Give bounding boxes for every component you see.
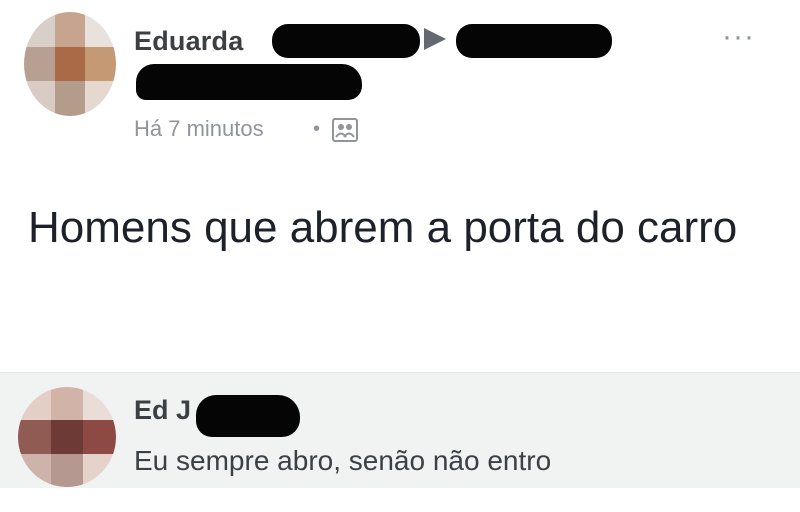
post-text: Homens que abrem a porta do carro	[28, 203, 738, 252]
author-name[interactable]: Eduarda	[134, 26, 243, 57]
comment-row: Ed J Eu sempre abro, senão não entro	[0, 372, 800, 489]
author-avatar[interactable]	[24, 12, 116, 116]
commenter-name[interactable]: Ed J	[134, 395, 191, 426]
meta-separator: •	[313, 118, 321, 140]
commenter-avatar[interactable]	[18, 387, 116, 487]
redacted-target-name	[456, 24, 612, 58]
friends-privacy-icon[interactable]	[332, 118, 358, 142]
redacted-target-line2	[136, 64, 362, 100]
bottom-spacer	[0, 488, 800, 512]
more-options-icon[interactable]: ···	[722, 22, 755, 52]
redacted-commenter-surname	[196, 395, 300, 437]
post-card: Eduarda ··· Há 7 minutos • Homens que ab…	[0, 0, 800, 372]
comment-text: Eu sempre abro, senão não entro	[134, 445, 552, 476]
redacted-surname	[272, 24, 420, 58]
shared-to-arrow-icon	[424, 28, 446, 50]
post-timestamp[interactable]: Há 7 minutos	[134, 116, 264, 142]
